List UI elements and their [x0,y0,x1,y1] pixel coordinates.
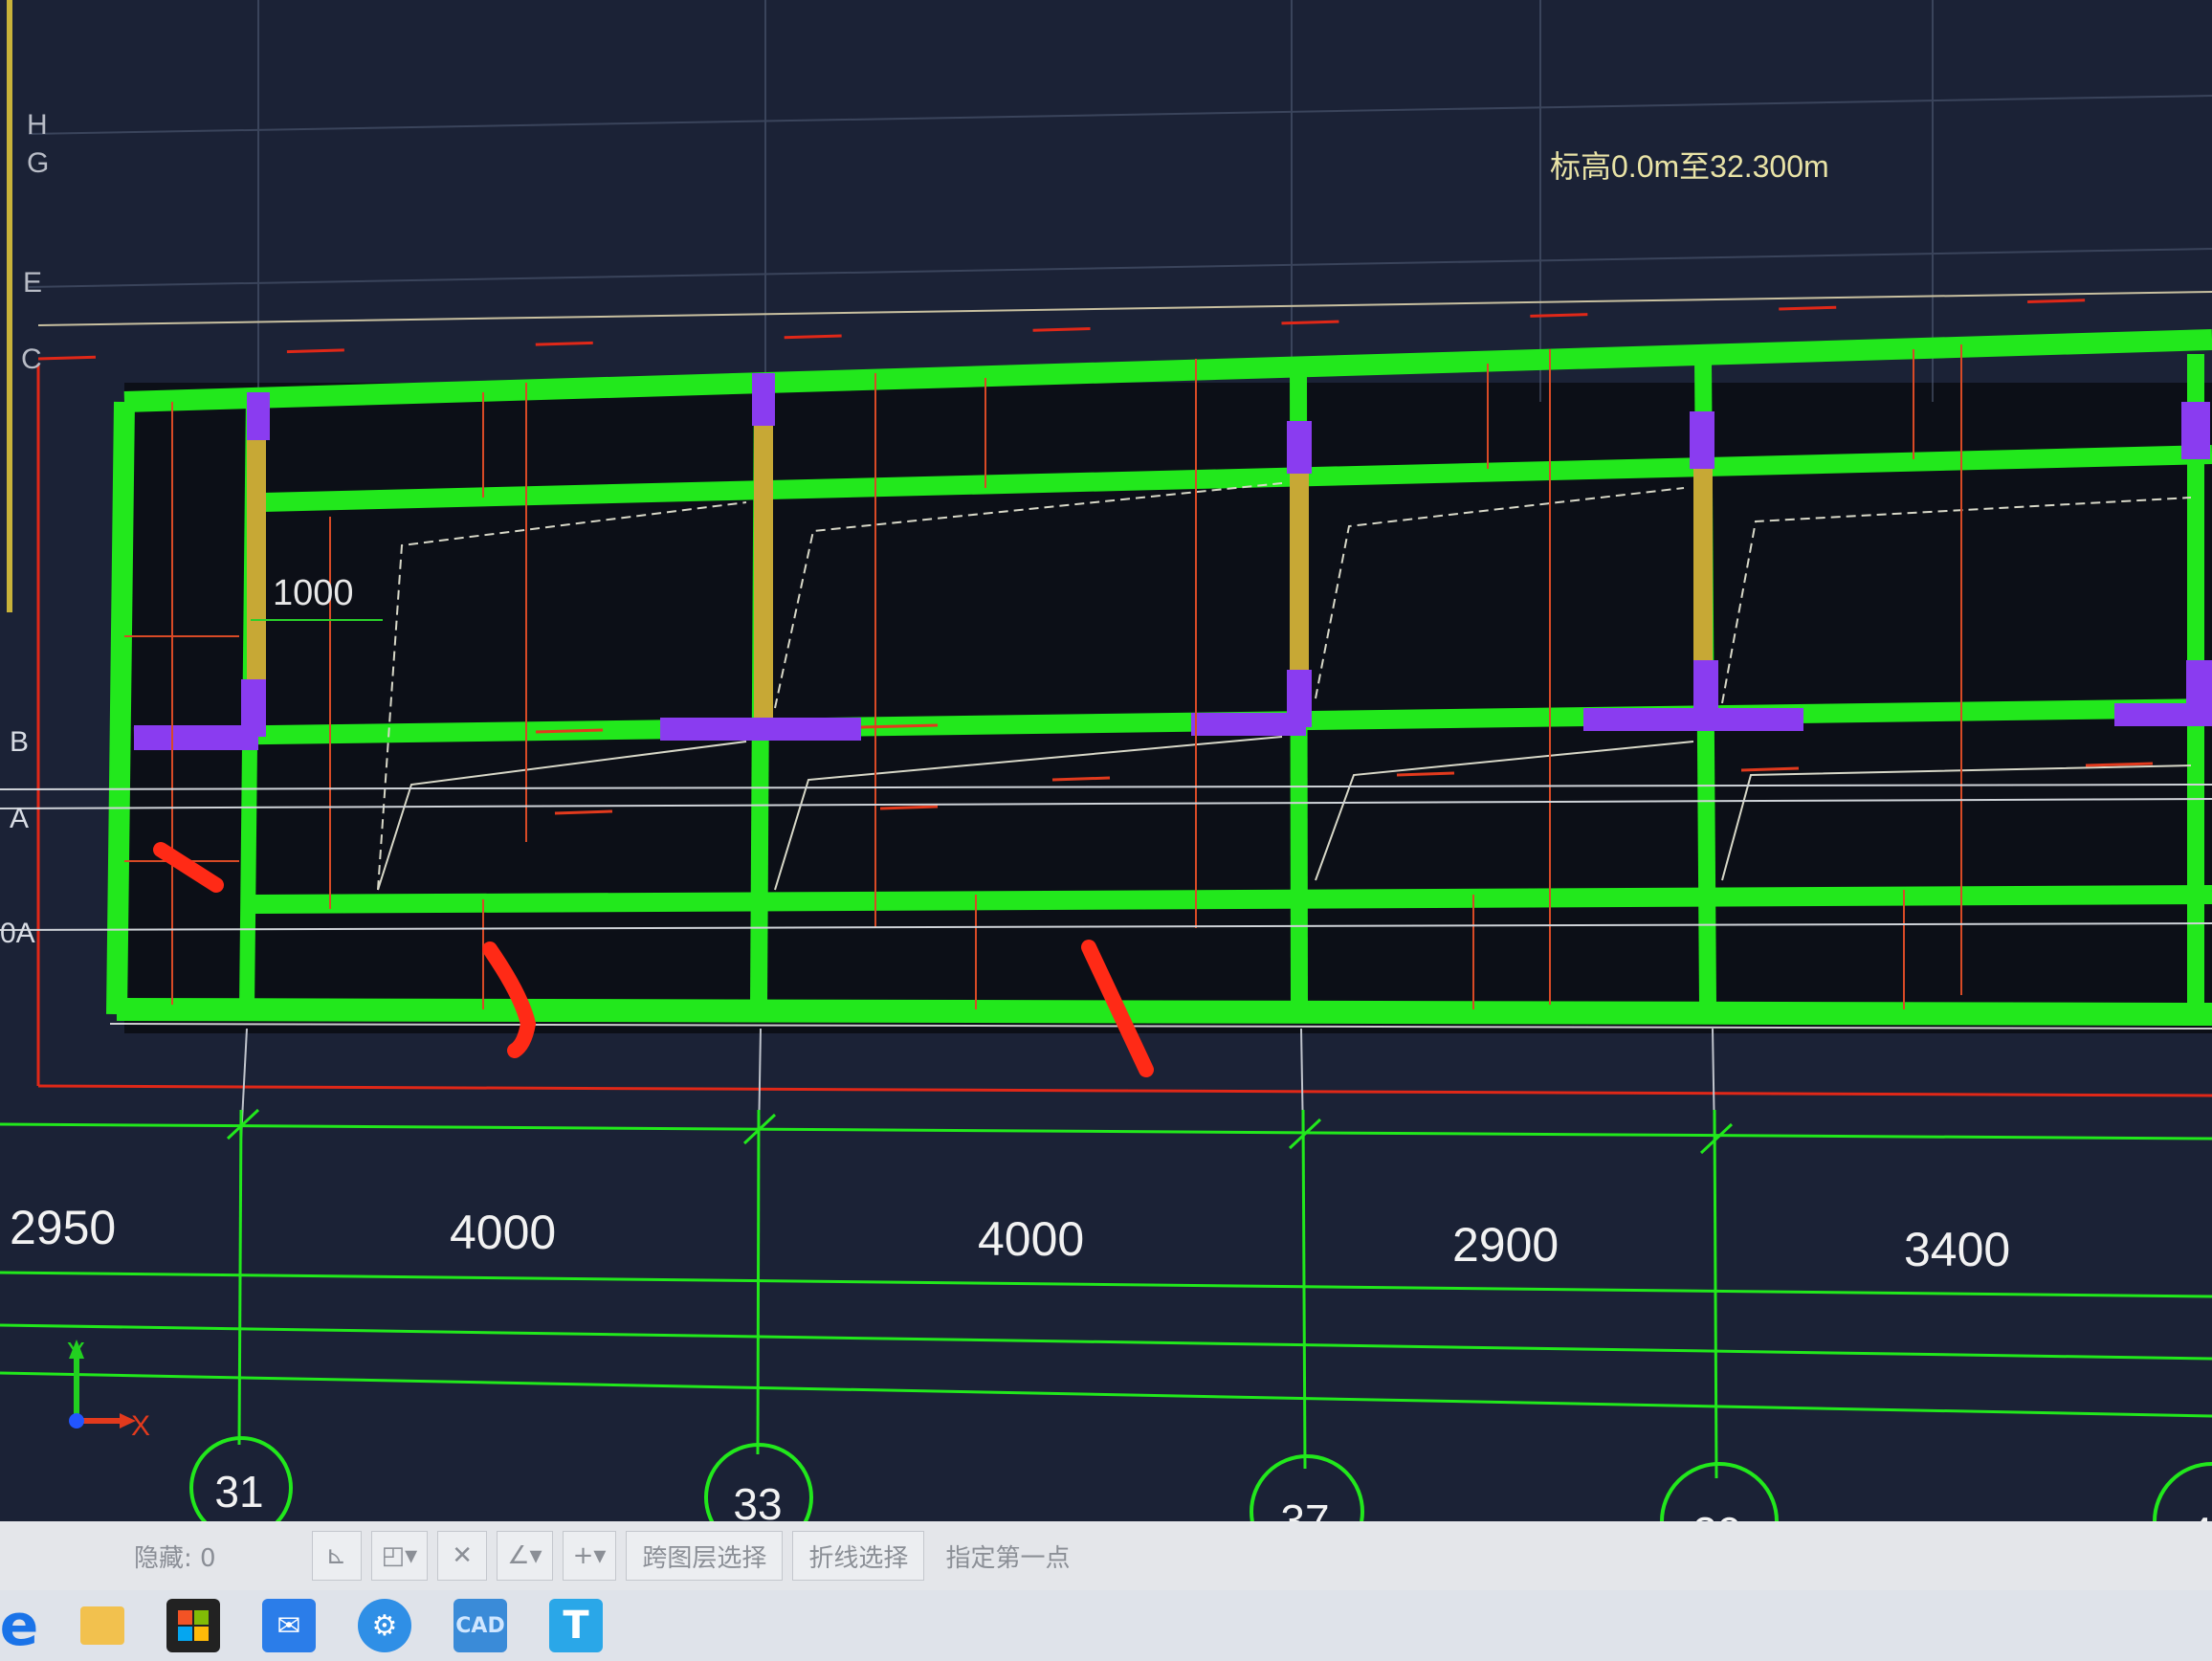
grid-bubble-31: 31 [214,1467,263,1517]
store-icon[interactable] [166,1599,220,1652]
t-app-icon[interactable]: T [549,1599,603,1652]
edge-icon[interactable]: e [0,1592,38,1659]
mail-icon[interactable]: ✉ [262,1599,316,1652]
cross-select-button[interactable]: ✕ [437,1531,488,1581]
dimension-2950: 2950 [10,1201,116,1254]
taskbar: e ✉ ⚙ CAD T [0,1590,2212,1661]
axis-label-h: H [27,109,48,141]
grid-bubble-4: 4 [2188,1508,2212,1521]
dimension-3400: 3400 [1904,1223,2010,1276]
cad-drawing-canvas[interactable]: 1000 标高0.0m至32.300m H G E C B A 0A 2950 … [0,0,2212,1521]
hide-count: 隐藏: 0 [134,1543,216,1573]
ortho-button[interactable]: ⊾ [311,1531,362,1581]
cross-layer-select-button[interactable]: 跨图层选择 [626,1531,784,1581]
status-bar: 隐藏: 0 ⊾ ◰▾ ✕ ∠▾ +▾ 跨图层选择 折线选择 指定第一点 [0,1521,2212,1590]
grid-bubble-33: 33 [733,1479,782,1521]
cross-icon: ✕ [452,1541,474,1570]
grid-bubble-39: 39 [1692,1508,1741,1521]
axis-label-c: C [21,343,42,375]
dimension-4000-b: 4000 [978,1212,1084,1266]
add-icon: +▾ [572,1541,607,1570]
elevation-note: 标高0.0m至32.300m [1550,149,1829,184]
axis-label-e: E [23,267,42,299]
polyline-select-button[interactable]: 折线选择 [792,1531,925,1581]
ucs-x-label: X [131,1410,150,1442]
axis-label-0a: 0A [0,918,35,949]
window-select-icon: ◰▾ [381,1541,418,1570]
axis-label-a: A [10,803,29,834]
window-select-button[interactable]: ◰▾ [370,1531,429,1581]
axis-label-g: G [27,147,49,179]
dimension-1000-label: 1000 [273,573,354,613]
folder-icon[interactable] [80,1606,124,1645]
add-button[interactable]: +▾ [562,1531,617,1581]
cad-icon[interactable]: CAD [453,1599,507,1652]
axis-label-b: B [10,726,29,758]
angle-button[interactable]: ∠▾ [497,1531,553,1581]
ucs-y-label: Y [67,1337,85,1366]
command-prompt: 指定第一点 [945,1543,1071,1573]
dimension-2900: 2900 [1452,1218,1559,1272]
ortho-icon: ⊾ [325,1541,347,1570]
angle-icon: ∠▾ [507,1541,542,1570]
store-logo-icon [178,1610,209,1641]
grid-bubble-37: 37 [1280,1495,1329,1521]
dimension-4000-a: 4000 [450,1206,556,1259]
app-icon[interactable]: ⚙ [358,1599,411,1652]
